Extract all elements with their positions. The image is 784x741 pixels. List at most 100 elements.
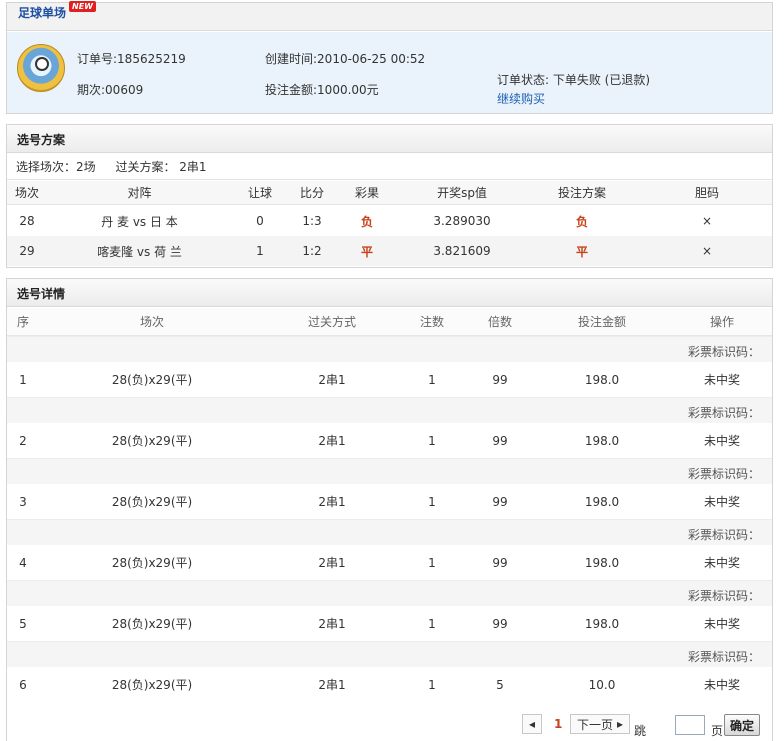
chevron-right-icon: ▸ [616,717,624,731]
detail-row: 3 28(负)x29(平) 2串1 1 99 198.0 未中奖 [7,484,772,519]
detail-cell-multiple: 99 [492,433,508,448]
new-badge: NEW [69,1,96,12]
plan-cell-sp: 3.289030 [433,214,491,228]
confirm-button[interactable]: 确定 [724,714,760,736]
detail-cell-amount: 198.0 [584,494,620,509]
plan-cell-result: 负 [360,214,373,229]
detail-cell-multiple: 5 [496,677,504,692]
detail-cell-matches: 28(负)x29(平) [111,678,193,692]
detail-cell-pass: 2串1 [318,678,346,692]
detail-cell-multiple: 99 [492,372,508,387]
detail-panel-title: 选号详情 [17,287,66,301]
plan-cell-bet: 负 [575,214,588,229]
ticket-id-label: 彩票标识码： [687,467,760,481]
detail-cell-index: 2 [19,433,27,448]
detail-cell-count: 1 [428,677,436,692]
chevron-left-icon: ◂ [528,717,536,731]
detail-cell-action: 未中奖 [703,373,740,387]
order-status: 订单状态: 下单失败 (已退款) [497,73,651,87]
detail-cell-count: 1 [428,433,436,448]
order-body: 订单号:185625219 创建时间:2010-06-25 00:52 期次:0… [7,32,772,113]
detail-panel-header: 选号详情 [7,279,772,307]
pass-scheme: 过关方案： 2串1 [115,160,207,174]
continue-buy-link[interactable]: 继续购买 [497,90,545,107]
plan-cell-no: 28 [19,214,35,228]
detail-cell-multiple: 99 [492,494,508,509]
plan-cell-fixture: 喀麦隆 vs 荷 兰 [97,244,182,259]
detail-cell-pass: 2串1 [318,434,346,448]
plan-panel: 选号方案 选择场次：2场 过关方案： 2串1 场次 对阵 让球 比分 彩果 开奖… [6,124,773,268]
detail-cell-index: 6 [19,677,27,692]
detail-row: 6 28(负)x29(平) 2串1 1 5 10.0 未中奖 [7,667,772,702]
detail-cell-matches: 28(负)x29(平) [111,373,193,387]
bet-amount: 投注金额:1000.00元 [265,83,379,97]
plan-panel-header: 选号方案 [7,125,772,153]
ticket-id-label: 彩票标识码： [687,589,760,603]
detail-cell-count: 1 [428,616,436,631]
detail-cell-pass: 2串1 [318,617,346,631]
ticket-id-label: 彩票标识码： [687,345,760,359]
col-bet: 投注方案 [557,186,606,200]
plan-cell-score: 1:2 [302,244,322,258]
col-fixture: 对阵 [127,186,152,200]
plan-cell-handicap: 1 [256,244,264,258]
col-amount: 投注金额 [577,315,626,329]
plan-cell-handicap: 0 [256,214,264,228]
detail-cell-amount: 198.0 [584,616,620,631]
ticket-id-row: 彩票标识码： [7,580,772,606]
prev-page-button[interactable]: ◂ [522,714,542,734]
next-page-button[interactable]: 下一页 ▸ [570,714,630,734]
detail-cell-amount: 10.0 [588,677,616,692]
detail-cell-matches: 28(负)x29(平) [111,495,193,509]
detail-table-header: 序 场次 过关方式 注数 倍数 投注金额 操作 [7,308,772,336]
page-unit-label: 页 [711,724,724,738]
detail-row: 4 28(负)x29(平) 2串1 1 99 198.0 未中奖 [7,545,772,580]
ticket-id-row: 彩票标识码： [7,336,772,362]
detail-cell-count: 1 [428,372,436,387]
detail-cell-count: 1 [428,555,436,570]
col-multiple: 倍数 [487,315,512,329]
detail-cell-action: 未中奖 [703,556,740,570]
page-number-input[interactable] [675,715,705,735]
ticket-id-label: 彩票标识码： [687,406,760,420]
col-index: 序 [16,315,29,329]
created-time: 创建时间:2010-06-25 00:52 [265,52,426,66]
detail-cell-amount: 198.0 [584,433,620,448]
detail-cell-matches: 28(负)x29(平) [111,434,193,448]
plan-panel-title: 选号方案 [17,133,66,147]
detail-cell-index: 1 [19,372,27,387]
plan-cell-result: 平 [360,244,373,259]
detail-row: 2 28(负)x29(平) 2串1 1 99 198.0 未中奖 [7,423,772,458]
col-score: 比分 [299,186,324,200]
detail-row: 5 28(负)x29(平) 2串1 1 99 198.0 未中奖 [7,606,772,641]
plan-cell-fixture: 丹 麦 vs 日 本 [101,214,178,229]
plan-cell-bet: 平 [575,244,588,259]
plan-row: 28 丹 麦 vs 日 本 0 1:3 负 3.289030 负 × [7,206,772,236]
plan-cell-no: 29 [19,244,35,258]
plan-cell-score: 1:3 [302,214,322,228]
plan-cell-banker: × [701,214,713,228]
detail-cell-multiple: 99 [492,616,508,631]
detail-cell-index: 4 [19,555,27,570]
col-pass-type: 过关方式 [307,315,356,329]
ticket-id-row: 彩票标识码： [7,519,772,545]
detail-row: 1 28(负)x29(平) 2串1 1 99 198.0 未中奖 [7,362,772,397]
football-logo-icon [17,44,65,92]
match-count: 选择场次：2场 [16,160,96,174]
detail-cell-action: 未中奖 [703,434,740,448]
current-page[interactable]: 1 [554,717,562,731]
col-count: 注数 [419,315,444,329]
col-banker: 胆码 [694,186,719,200]
detail-cell-multiple: 99 [492,555,508,570]
ticket-id-row: 彩票标识码： [7,641,772,667]
detail-cell-action: 未中奖 [703,678,740,692]
detail-panel: 选号详情 序 场次 过关方式 注数 倍数 投注金额 操作 彩票标识码： 1 28(负… [6,278,773,741]
ticket-id-label: 彩票标识码： [687,650,760,664]
detail-cell-action: 未中奖 [703,495,740,509]
plan-cell-banker: × [701,244,713,258]
col-matches: 场次 [139,315,164,329]
col-result: 彩果 [354,186,379,200]
detail-cell-pass: 2串1 [318,373,346,387]
col-handicap: 让球 [247,186,272,200]
detail-cell-matches: 28(负)x29(平) [111,617,193,631]
